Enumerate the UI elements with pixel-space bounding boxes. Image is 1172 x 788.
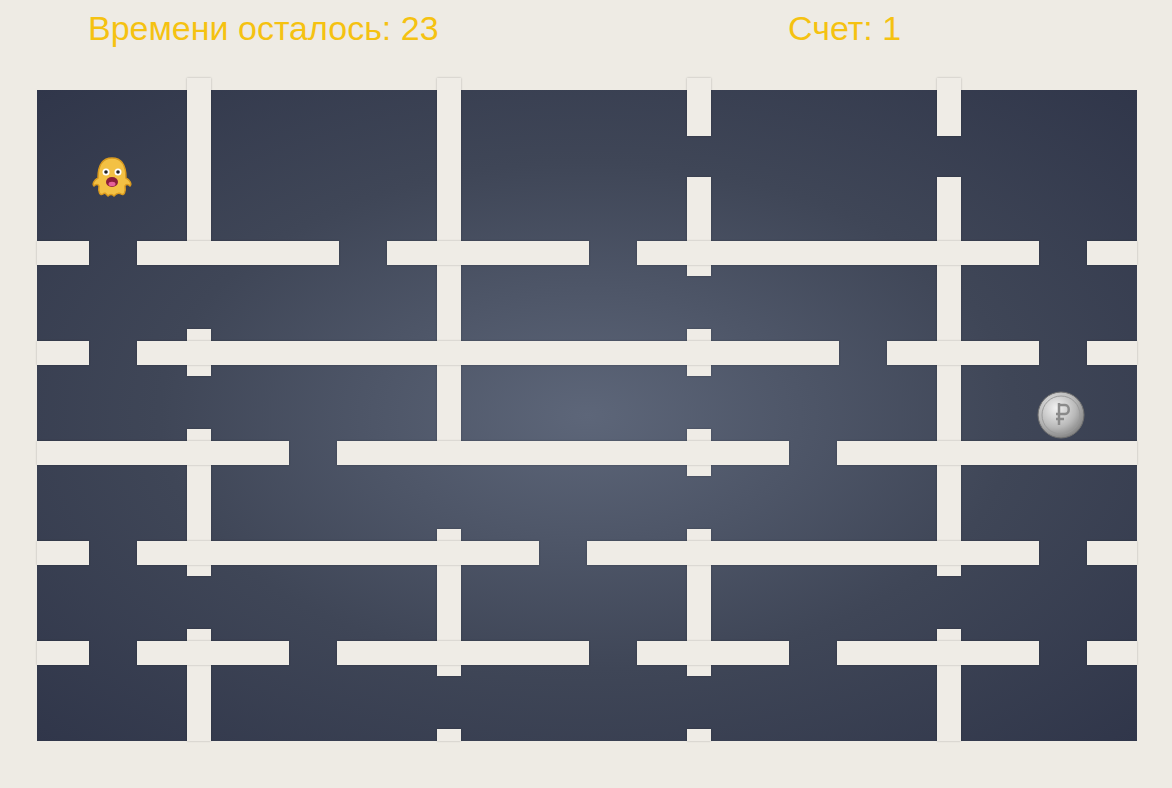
maze-wall: [687, 729, 711, 741]
coin-icon[interactable]: [1037, 391, 1085, 439]
maze-wall: [137, 541, 539, 565]
game-screen: Времени осталось: 23Счет: 1: [0, 0, 1172, 788]
maze-wall: [37, 241, 89, 265]
maze-wall: [1087, 641, 1137, 665]
maze-wall: [137, 341, 839, 365]
maze-wall: [337, 641, 589, 665]
maze-wall: [937, 177, 961, 576]
maze-wall: [637, 241, 1039, 265]
maze-wall: [37, 341, 89, 365]
maze-wall: [37, 641, 89, 665]
maze-wall: [1087, 241, 1137, 265]
maze-wall: [937, 78, 961, 136]
maze-board: [37, 90, 1137, 741]
maze-wall: [1087, 341, 1137, 365]
maze-wall: [437, 729, 461, 741]
maze-wall: [587, 541, 1039, 565]
maze-wall: [187, 78, 211, 264]
maze-wall: [637, 641, 789, 665]
maze-wall: [1087, 541, 1137, 565]
score: Счет: 1: [788, 6, 901, 50]
maze-wall: [337, 441, 789, 465]
timer: Времени осталось: 23: [88, 6, 788, 50]
maze-wall: [837, 441, 1137, 465]
maze-wall: [37, 541, 89, 565]
monster-icon[interactable]: [90, 156, 134, 198]
maze-wall: [437, 78, 461, 464]
maze-wall: [37, 441, 289, 465]
hud: Времени осталось: 23Счет: 1: [0, 0, 1172, 90]
maze-wall: [887, 341, 1039, 365]
maze-wall: [137, 641, 289, 665]
maze-wall: [137, 241, 339, 265]
maze-wall: [387, 241, 589, 265]
maze-wall: [687, 78, 711, 136]
maze-wall: [837, 641, 1039, 665]
